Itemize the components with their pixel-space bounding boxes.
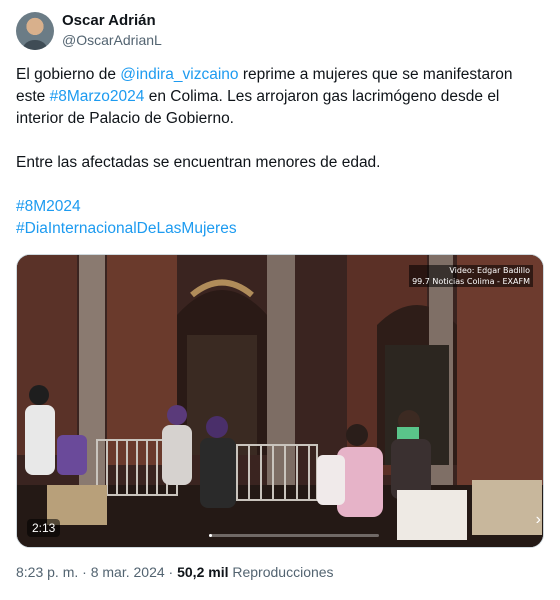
video-credit: Video: Edgar Badillo 99.7 Noticias Colim… xyxy=(409,265,533,287)
video-progress-bar[interactable] xyxy=(209,534,379,537)
tweet-text-segment: reprime a mujeres que se manifestaron xyxy=(238,66,513,83)
tweet-text-segment: El gobierno de xyxy=(16,66,121,83)
hashtag-link[interactable]: #DiaInternacionalDeLasMujeres xyxy=(16,218,544,240)
tweet-text-segment: en Colima. Les arrojaron gas lacrimógeno… xyxy=(144,88,500,105)
tweet-card: Oscar Adrián @OscarAdrianL El gobierno d… xyxy=(0,0,560,600)
tweet-time[interactable]: 8:23 p. m. xyxy=(16,564,78,580)
chevron-right-icon[interactable]: › xyxy=(536,511,541,529)
tweet-text: El gobierno de @indira_vizcaino reprime … xyxy=(16,64,544,240)
tweet-line-3: interior de Palacio de Gobierno. xyxy=(16,110,234,127)
tweet-date[interactable]: 8 mar. 2024 xyxy=(91,564,165,580)
author-name[interactable]: Oscar Adrián xyxy=(62,12,156,29)
video-credit-line: 99.7 Noticias Colima - EXAFM xyxy=(409,276,533,287)
mention-link[interactable]: @indira_vizcaino xyxy=(120,66,238,83)
video-frame-image xyxy=(17,255,543,547)
tweet-text-segment: este xyxy=(16,88,50,105)
tweet-meta: 8:23 p. m. · 8 mar. 2024 · 50,2 mil Repr… xyxy=(16,564,334,580)
views-label: Reproducciones xyxy=(228,564,334,580)
hashtag-link[interactable]: #8Marzo2024 xyxy=(50,88,145,105)
author-handle[interactable]: @OscarAdrianL xyxy=(62,32,162,48)
tweet-line-1: El gobierno de @indira_vizcaino reprime … xyxy=(16,64,544,86)
tweet-line-2: este #8Marzo2024 en Colima. Les arrojaro… xyxy=(16,86,544,108)
meta-separator: · xyxy=(164,564,178,580)
meta-separator: · xyxy=(78,564,91,580)
hashtag-link[interactable]: #8M2024 xyxy=(16,196,544,218)
video-credit-line: Video: Edgar Badillo xyxy=(409,265,533,276)
video-duration-badge: 2:13 xyxy=(27,519,61,537)
tweet-line-4: Entre las afectadas se encuentran menore… xyxy=(16,154,381,171)
video-progress-fill xyxy=(209,534,213,537)
author-avatar[interactable] xyxy=(16,12,54,50)
video-player[interactable]: Video: Edgar Badillo 99.7 Noticias Colim… xyxy=(16,254,544,548)
views-count: 50,2 mil xyxy=(177,564,229,580)
